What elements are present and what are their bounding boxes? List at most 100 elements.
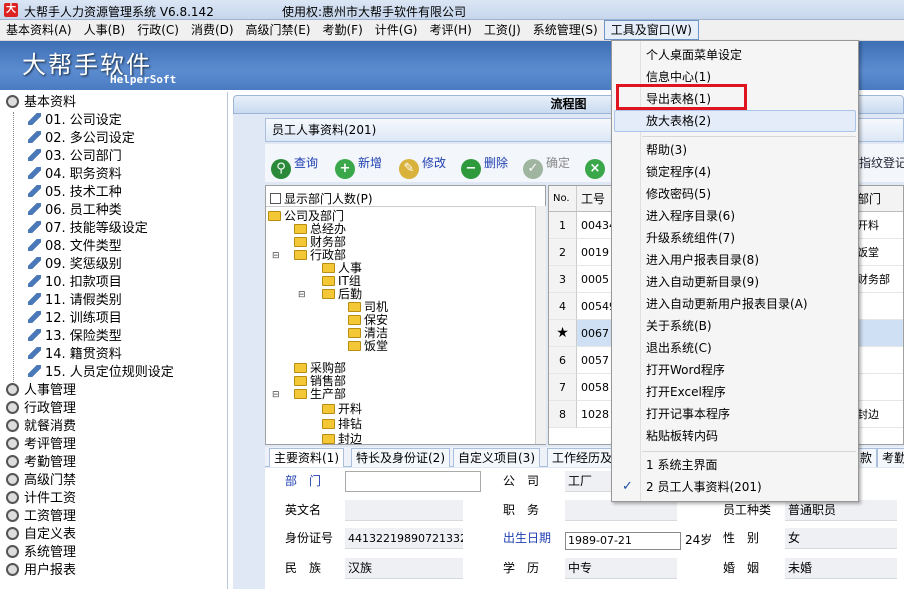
tree-item[interactable]: 04. 职务资料 (28, 166, 122, 184)
menu-item-report-dir[interactable]: 进入用户报表目录(8) (614, 249, 856, 271)
column-header-no[interactable]: No. (549, 186, 577, 212)
menu-item-change-password[interactable]: 修改密码(5) (614, 183, 856, 205)
menu-item-open-notepad[interactable]: 打开记事本程序 (614, 403, 856, 425)
nation-field[interactable]: 汉族 (345, 558, 463, 579)
dept-scrollbar[interactable] (535, 206, 546, 444)
tree-item[interactable]: 12. 训练项目 (28, 310, 122, 328)
cancel-button[interactable]: × (585, 152, 608, 179)
tree-root-personnel[interactable]: 人事管理 (6, 382, 76, 400)
tree-item[interactable]: 11. 请假类别 (28, 292, 122, 310)
row-dept[interactable] (853, 320, 903, 347)
tree-root-piecework[interactable]: 计件工资 (6, 490, 76, 508)
collapse-icon[interactable]: ⊟ (272, 251, 280, 261)
id-number-field[interactable]: 441322198907213324 (345, 528, 463, 549)
row-dept[interactable]: 开料 (853, 212, 903, 239)
row-dept[interactable]: 饭堂 (853, 239, 903, 266)
tree-root-salary[interactable]: 工资管理 (6, 508, 76, 526)
tree-item[interactable]: 07. 技能等级设定 (28, 220, 148, 238)
menu-item-enlarge-table[interactable]: 放大表格(2) (614, 110, 856, 132)
menu-item-open-excel[interactable]: 打开Excel程序 (614, 381, 856, 403)
menu-item-desktop-menu[interactable]: 个人桌面菜单设定 (614, 44, 856, 66)
tree-item[interactable]: 01. 公司设定 (28, 112, 122, 130)
tree-item[interactable]: 05. 技术工种 (28, 184, 122, 202)
row-dept[interactable] (853, 293, 903, 320)
confirm-button[interactable]: ✓ 确定 (523, 152, 570, 179)
menu-item-window-main[interactable]: 1 系统主界面 (614, 454, 856, 476)
menu-item-help[interactable]: 帮助(3) (614, 139, 856, 161)
english-name-field[interactable] (345, 500, 463, 521)
tab-work-history[interactable]: 工作经历及 (547, 448, 618, 467)
tree-root-evaluation[interactable]: 考评管理 (6, 436, 76, 454)
collapse-icon[interactable]: ⊟ (298, 290, 306, 300)
tree-item[interactable]: 15. 人员定位规则设定 (28, 364, 174, 382)
tree-item[interactable]: 13. 保险类型 (28, 328, 122, 346)
dept-node[interactable]: 清洁 (348, 326, 388, 340)
dept-node[interactable]: 公司及部门 (268, 209, 344, 223)
show-dept-count-checkbox[interactable]: 显示部门人数(P) (270, 190, 373, 207)
menu-attendance[interactable]: 考勤(F) (317, 20, 369, 40)
dept-node[interactable]: 保安 (348, 313, 388, 327)
delete-button[interactable]: − 删除 (461, 152, 508, 179)
tree-root-custom-table[interactable]: 自定义表 (6, 526, 76, 544)
menu-piecework[interactable]: 计件(G) (369, 20, 424, 40)
menu-item-exit[interactable]: 退出系统(C) (614, 337, 856, 359)
tree-item[interactable]: 14. 籍贯资料 (28, 346, 122, 364)
column-header-dept[interactable]: 部门 (853, 186, 903, 212)
menu-evaluation[interactable]: 考评(H) (423, 20, 477, 40)
tab-attendance[interactable]: 考勤 (877, 448, 904, 467)
menu-admin[interactable]: 行政(C) (131, 20, 185, 40)
marriage-field[interactable]: 未婚 (785, 558, 897, 579)
menu-item-update-report-dir[interactable]: 进入自动更新用户报表目录(A) (614, 293, 856, 315)
menu-item-lock-program[interactable]: 锁定程序(4) (614, 161, 856, 183)
emp-type-field[interactable]: 普通职员 (785, 500, 897, 521)
menu-personnel[interactable]: 人事(B) (78, 20, 132, 40)
menu-item-upgrade-components[interactable]: 升级系统组件(7) (614, 227, 856, 249)
dept-node[interactable]: IT组 (322, 274, 361, 288)
query-button[interactable]: ⚲ 查询 (271, 152, 318, 179)
row-dept[interactable] (853, 374, 903, 401)
fingerprint-register-button[interactable]: 指纹登记 (859, 152, 904, 174)
menu-item-program-dir[interactable]: 进入程序目录(6) (614, 205, 856, 227)
dept-node[interactable]: 封边 (322, 432, 362, 444)
menu-consumption[interactable]: 消费(D) (185, 20, 240, 40)
tree-root-admin[interactable]: 行政管理 (6, 400, 76, 418)
tab-skills-id[interactable]: 特长及身份证(2) (351, 448, 450, 467)
menu-tools-window[interactable]: 工具及窗口(W) (603, 20, 699, 40)
menu-item-open-word[interactable]: 打开Word程序 (614, 359, 856, 381)
collapse-icon[interactable]: ⊟ (272, 390, 280, 400)
tab-main-info[interactable]: 主要资料(1) (269, 448, 344, 467)
menu-item-about[interactable]: 关于系统(B) (614, 315, 856, 337)
tree-item[interactable]: 08. 文件类型 (28, 238, 122, 256)
dept-node[interactable]: 财务部 (294, 235, 346, 249)
edit-button[interactable]: ✎ 修改 (399, 152, 446, 179)
tree-root-attendance[interactable]: 考勤管理 (6, 454, 76, 472)
tree-item[interactable]: 09. 奖惩级别 (28, 256, 122, 274)
dept-node[interactable]: 饭堂 (348, 339, 388, 353)
dept-field[interactable] (345, 471, 481, 492)
menu-item-update-dir[interactable]: 进入自动更新目录(9) (614, 271, 856, 293)
row-dept[interactable] (853, 347, 903, 374)
tree-root-basic[interactable]: 基本资料 (6, 94, 76, 112)
tree-item[interactable]: 10. 扣款项目 (28, 274, 122, 292)
menu-item-clipboard-code[interactable]: 粘贴板转内码 (614, 425, 856, 447)
dept-node[interactable]: 销售部 (294, 374, 346, 388)
menu-basic[interactable]: 基本资料(A) (0, 20, 78, 40)
tree-item[interactable]: 03. 公司部门 (28, 148, 122, 166)
dept-node[interactable]: 开料 (322, 402, 362, 416)
dept-node[interactable]: 人事 (322, 261, 362, 275)
row-dept[interactable]: 封边 (853, 401, 903, 428)
menu-access-control[interactable]: 高级门禁(E) (240, 20, 317, 40)
menu-item-window-employee[interactable]: ✓ 2 员工人事资料(201) (614, 476, 856, 498)
position-field[interactable] (565, 500, 677, 521)
add-button[interactable]: + 新增 (335, 152, 382, 179)
dept-node[interactable]: 生产部 (294, 387, 346, 401)
tree-item[interactable]: 02. 多公司设定 (28, 130, 135, 148)
birth-date-picker[interactable]: 1989-07-21 (565, 532, 681, 550)
dept-node[interactable]: 采购部 (294, 361, 346, 375)
dept-node[interactable]: 后勤 (322, 287, 362, 301)
dept-node[interactable]: 行政部 (294, 248, 346, 262)
menu-salary[interactable]: 工资(J) (478, 20, 527, 40)
row-dept[interactable]: 财务部 (853, 266, 903, 293)
tab-custom-items[interactable]: 自定义项目(3) (453, 448, 540, 467)
dept-node[interactable]: 排钻 (322, 417, 362, 431)
